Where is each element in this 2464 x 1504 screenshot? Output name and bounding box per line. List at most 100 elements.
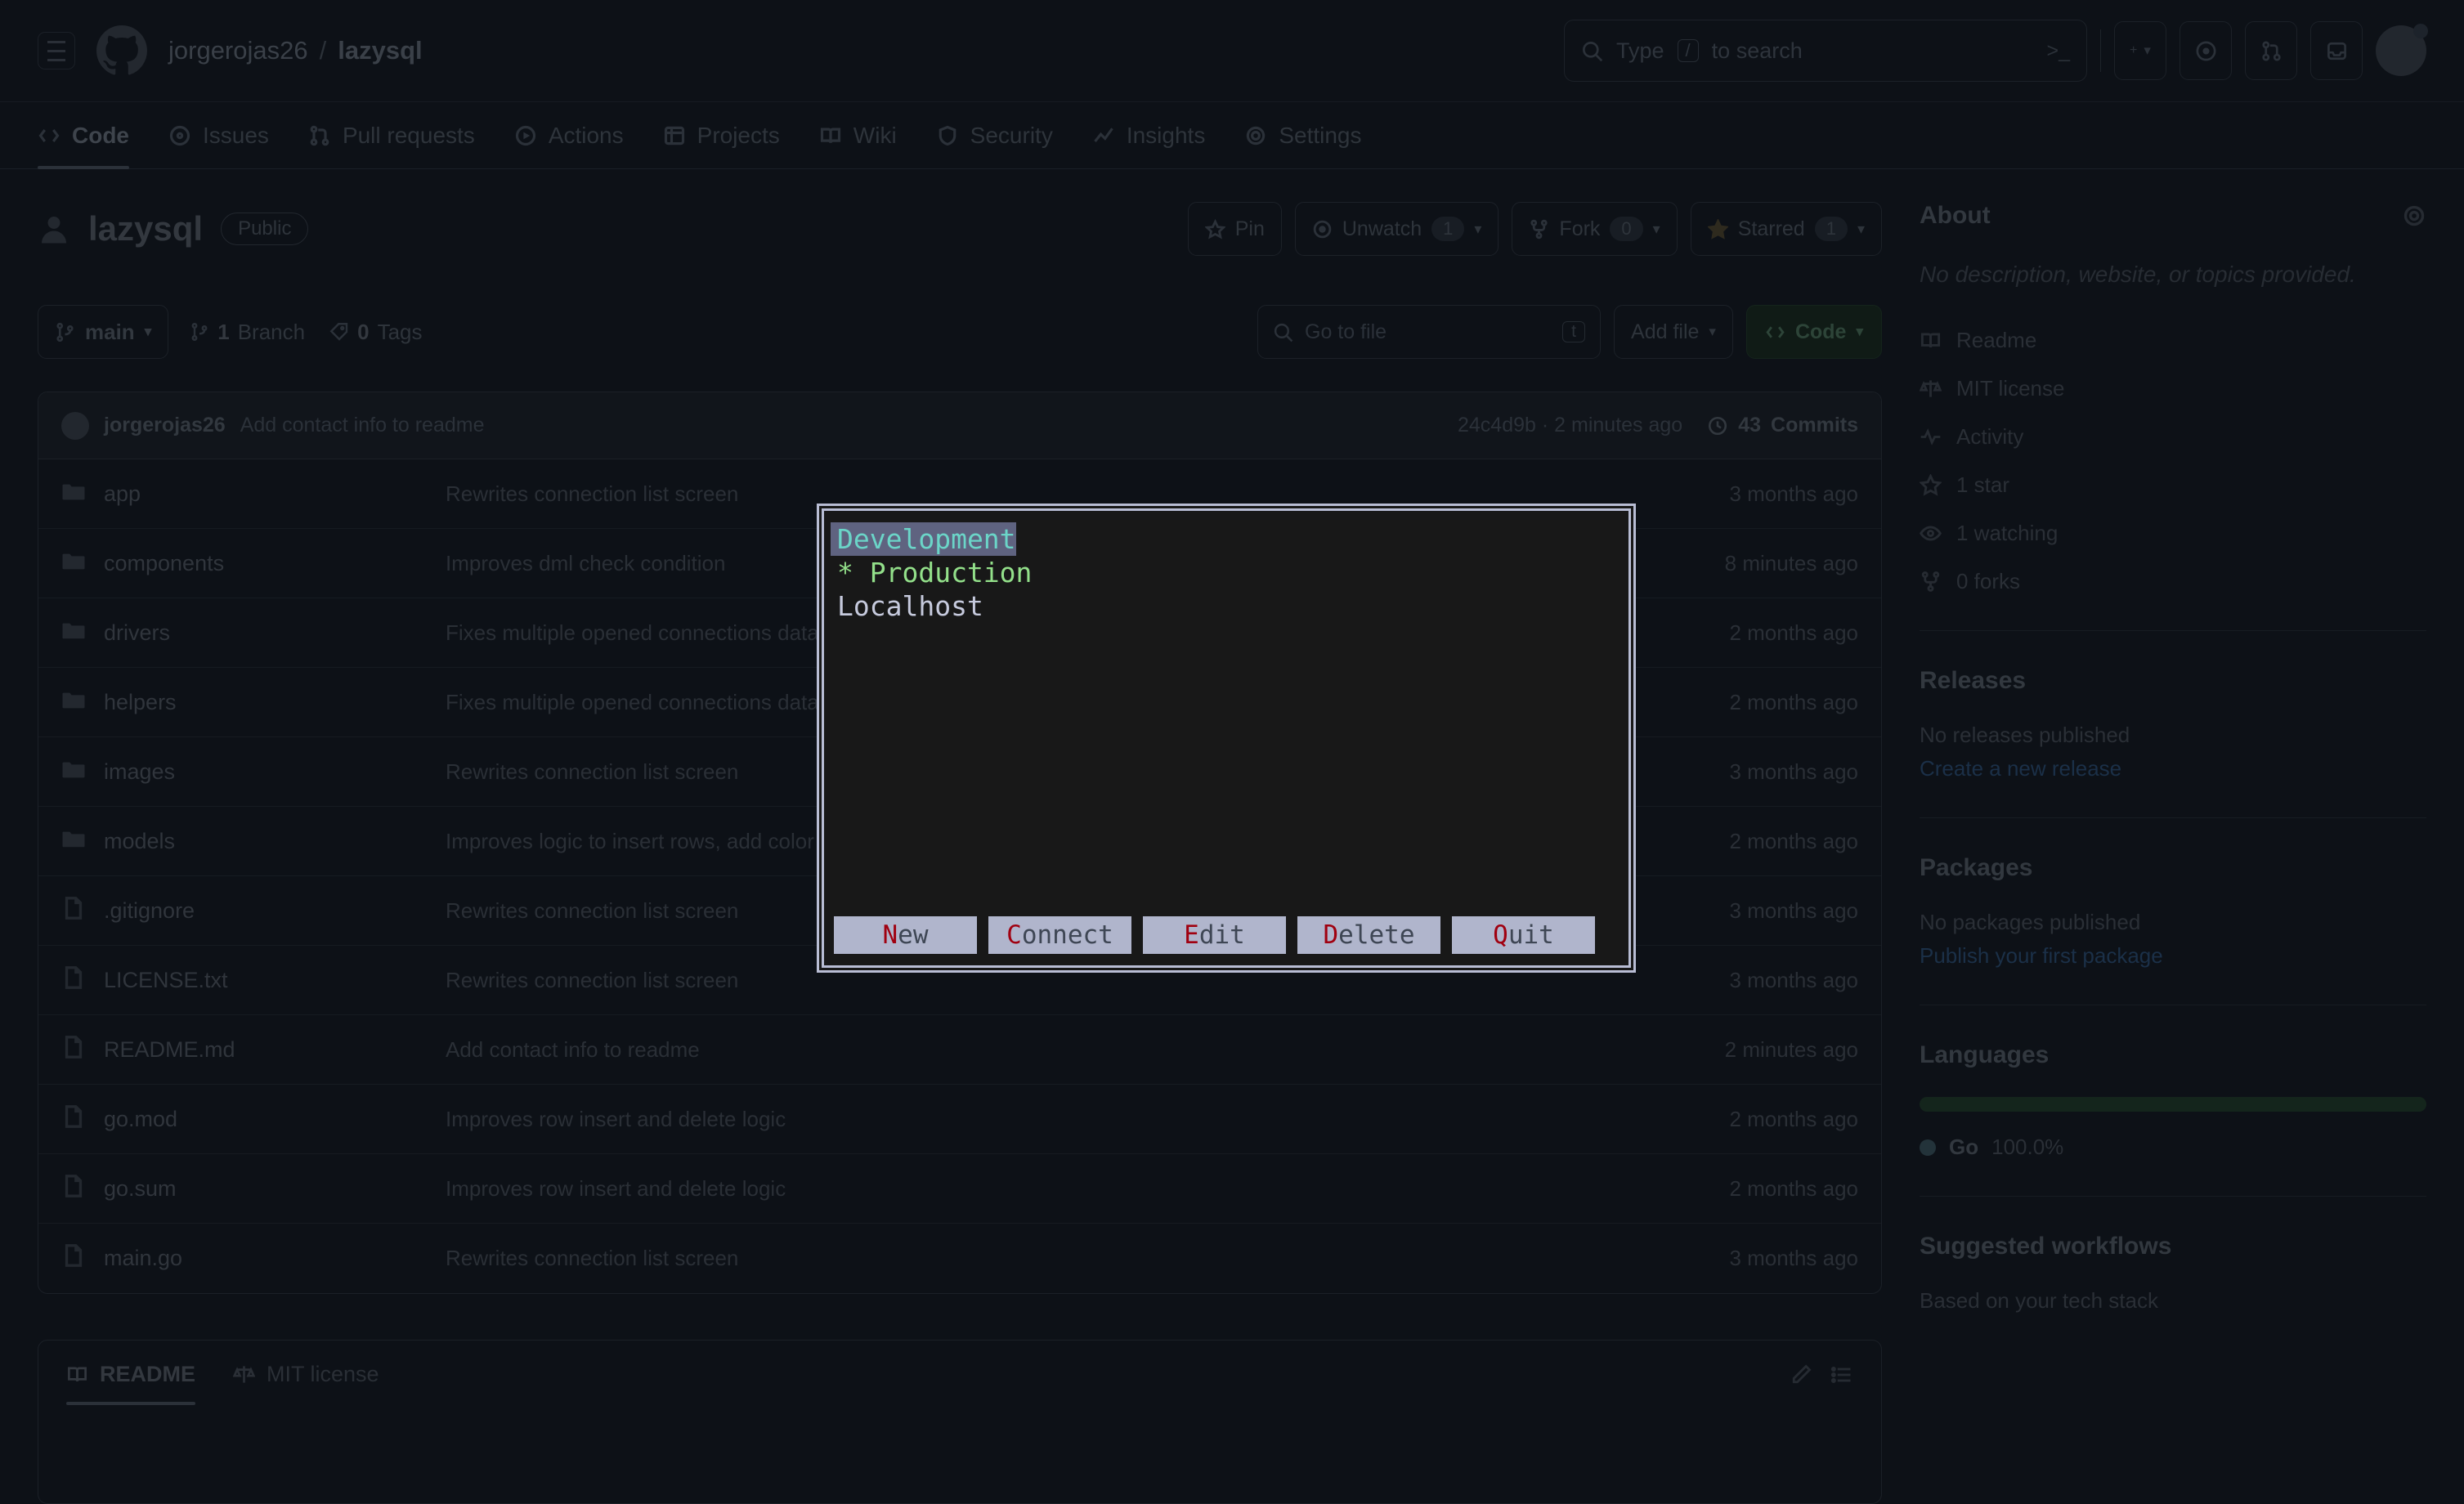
sidebar-link-label: MIT license <box>1956 376 2064 401</box>
publish-package-link[interactable]: Publish your first package <box>1920 943 2426 969</box>
sidebar-link-1-star[interactable]: 1 star <box>1920 472 2426 498</box>
commit-hash[interactable]: 24c4d9b <box>1458 414 1536 436</box>
commit-count[interactable]: 43 Commits <box>1707 414 1858 437</box>
global-search-input[interactable]: Type / to search >_ <box>1564 20 2087 82</box>
file-name-cell[interactable]: .gitignore <box>61 896 446 926</box>
connection-list-item[interactable]: Localhost <box>831 589 1622 623</box>
gear-icon[interactable] <box>2402 204 2426 228</box>
branch-count[interactable]: 1 Branch <box>190 320 305 345</box>
file-commit-message[interactable]: Rewrites connection list screen <box>446 1246 1629 1271</box>
tab-wiki[interactable]: Wiki <box>819 102 897 169</box>
table-row[interactable]: go.modImproves row insert and delete log… <box>38 1085 1881 1154</box>
pulse-icon <box>1920 426 1942 448</box>
terminal-icon[interactable]: >_ <box>2046 39 2070 63</box>
tab-insights[interactable]: Insights <box>1092 102 1206 169</box>
list-unordered-icon[interactable] <box>1830 1363 1853 1386</box>
file-name-cell[interactable]: go.mod <box>61 1104 446 1135</box>
book-icon <box>1920 329 1942 351</box>
file-commit-message[interactable]: Improves row insert and delete logic <box>446 1107 1629 1132</box>
connection-list[interactable]: Development* ProductionLocalhost <box>831 522 1622 916</box>
search-placeholder-prefix: Type <box>1616 38 1664 64</box>
user-avatar[interactable] <box>2376 25 2426 76</box>
language-bar <box>1920 1097 2426 1112</box>
file-name-cell[interactable]: app <box>61 479 446 509</box>
shield-icon <box>936 124 959 147</box>
tab-projects[interactable]: Projects <box>663 102 780 169</box>
sidebar-link-readme[interactable]: Readme <box>1920 328 2426 353</box>
tab-security[interactable]: Security <box>936 102 1053 169</box>
search-icon <box>1581 40 1603 62</box>
page-title[interactable]: lazysql <box>88 209 203 248</box>
hamburger-menu-icon[interactable] <box>38 32 75 69</box>
lazysql-connection-list-dialog[interactable]: Development* ProductionLocalhost New Conn… <box>822 508 1631 968</box>
file-name-cell[interactable]: go.sum <box>61 1174 446 1204</box>
file-name-cell[interactable]: LICENSE.txt <box>61 965 446 996</box>
repository-action-buttons: Pin Unwatch 1 ▾ Fork 0 ▾ <box>1188 202 1882 256</box>
new-button[interactable]: New <box>834 916 977 954</box>
readme-content <box>38 1405 1881 1503</box>
connect-button[interactable]: Connect <box>988 916 1131 954</box>
commit-message[interactable]: Add contact info to readme <box>240 414 485 437</box>
github-mark-icon[interactable] <box>96 25 147 76</box>
tab-actions[interactable]: Actions <box>514 102 624 169</box>
file-name-cell[interactable]: models <box>61 826 446 857</box>
delete-label: elete <box>1338 920 1414 950</box>
fork-button[interactable]: Fork 0 ▾ <box>1512 202 1677 256</box>
pull-requests-button[interactable] <box>2245 21 2297 80</box>
file-name-cell[interactable]: helpers <box>61 687 446 718</box>
tag-count[interactable]: 0 Tags <box>329 320 422 345</box>
go-to-file-input[interactable]: Go to file t <box>1257 305 1601 359</box>
breadcrumb-separator: / <box>320 36 327 65</box>
tab-settings[interactable]: Settings <box>1244 102 1361 169</box>
pencil-icon[interactable] <box>1790 1363 1812 1386</box>
eye-icon <box>1920 522 1942 544</box>
branch-selector[interactable]: main ▾ <box>38 305 168 359</box>
git-pull-request-icon <box>2260 40 2283 62</box>
file-name-cell[interactable]: main.go <box>61 1243 446 1273</box>
sidebar-link-0-forks[interactable]: 0 forks <box>1920 569 2426 594</box>
code-button[interactable]: Code ▾ <box>1746 305 1882 359</box>
sidebar-link-1-watching[interactable]: 1 watching <box>1920 521 2426 546</box>
tab-mit-license[interactable]: MIT license <box>233 1362 379 1405</box>
edit-button[interactable]: Edit <box>1143 916 1286 954</box>
connection-list-item[interactable]: Development <box>831 522 1622 556</box>
create-release-link[interactable]: Create a new release <box>1920 756 2426 781</box>
file-commit-message[interactable]: Rewrites connection list screen <box>446 481 1629 507</box>
language-row-go[interactable]: Go 100.0% <box>1920 1135 2426 1160</box>
tab-pull-requests[interactable]: Pull requests <box>308 102 475 169</box>
create-new-button[interactable]: + ▾ <box>2114 21 2166 80</box>
file-commit-message[interactable]: Add contact info to readme <box>446 1037 1629 1063</box>
table-row[interactable]: go.sumImproves row insert and delete log… <box>38 1154 1881 1224</box>
breadcrumb-repo[interactable]: lazysql <box>338 36 422 65</box>
file-name-cell[interactable]: drivers <box>61 618 446 648</box>
file-name-cell[interactable]: README.md <box>61 1035 446 1065</box>
sidebar-link-mit-license[interactable]: MIT license <box>1920 376 2426 401</box>
packages-title: Packages <box>1920 854 2426 882</box>
add-file-button[interactable]: Add file ▾ <box>1614 305 1733 359</box>
readme-tabs: README MIT license <box>38 1341 1881 1405</box>
folder-icon <box>61 479 86 509</box>
unwatch-button[interactable]: Unwatch 1 ▾ <box>1295 202 1499 256</box>
file-commit-message[interactable]: Improves row insert and delete logic <box>446 1176 1629 1202</box>
quit-button[interactable]: Quit <box>1452 916 1595 954</box>
tab-issues[interactable]: Issues <box>168 102 269 169</box>
file-commit-message[interactable]: Rewrites connection list screen <box>446 968 1629 993</box>
tab-code[interactable]: Code <box>38 102 129 169</box>
tab-readme[interactable]: README <box>66 1362 195 1405</box>
connection-list-item[interactable]: * Production <box>831 556 1622 589</box>
file-name-cell[interactable]: components <box>61 548 446 579</box>
table-row[interactable]: main.goRewrites connection list screen3 … <box>38 1224 1881 1293</box>
notifications-inbox-button[interactable] <box>2310 21 2363 80</box>
delete-button[interactable]: Delete <box>1297 916 1440 954</box>
book-icon <box>66 1363 88 1385</box>
table-row[interactable]: README.mdAdd contact info to readme2 min… <box>38 1015 1881 1085</box>
repo-owner-avatar-icon <box>38 213 70 245</box>
pin-button[interactable]: Pin <box>1188 202 1282 256</box>
breadcrumb-owner[interactable]: jorgerojas26 <box>168 36 308 65</box>
issues-button[interactable] <box>2180 21 2232 80</box>
file-name: models <box>104 829 175 854</box>
starred-button[interactable]: Starred 1 ▾ <box>1691 202 1882 256</box>
commit-author[interactable]: jorgerojas26 <box>104 414 226 437</box>
file-name-cell[interactable]: images <box>61 757 446 787</box>
sidebar-link-activity[interactable]: Activity <box>1920 424 2426 450</box>
